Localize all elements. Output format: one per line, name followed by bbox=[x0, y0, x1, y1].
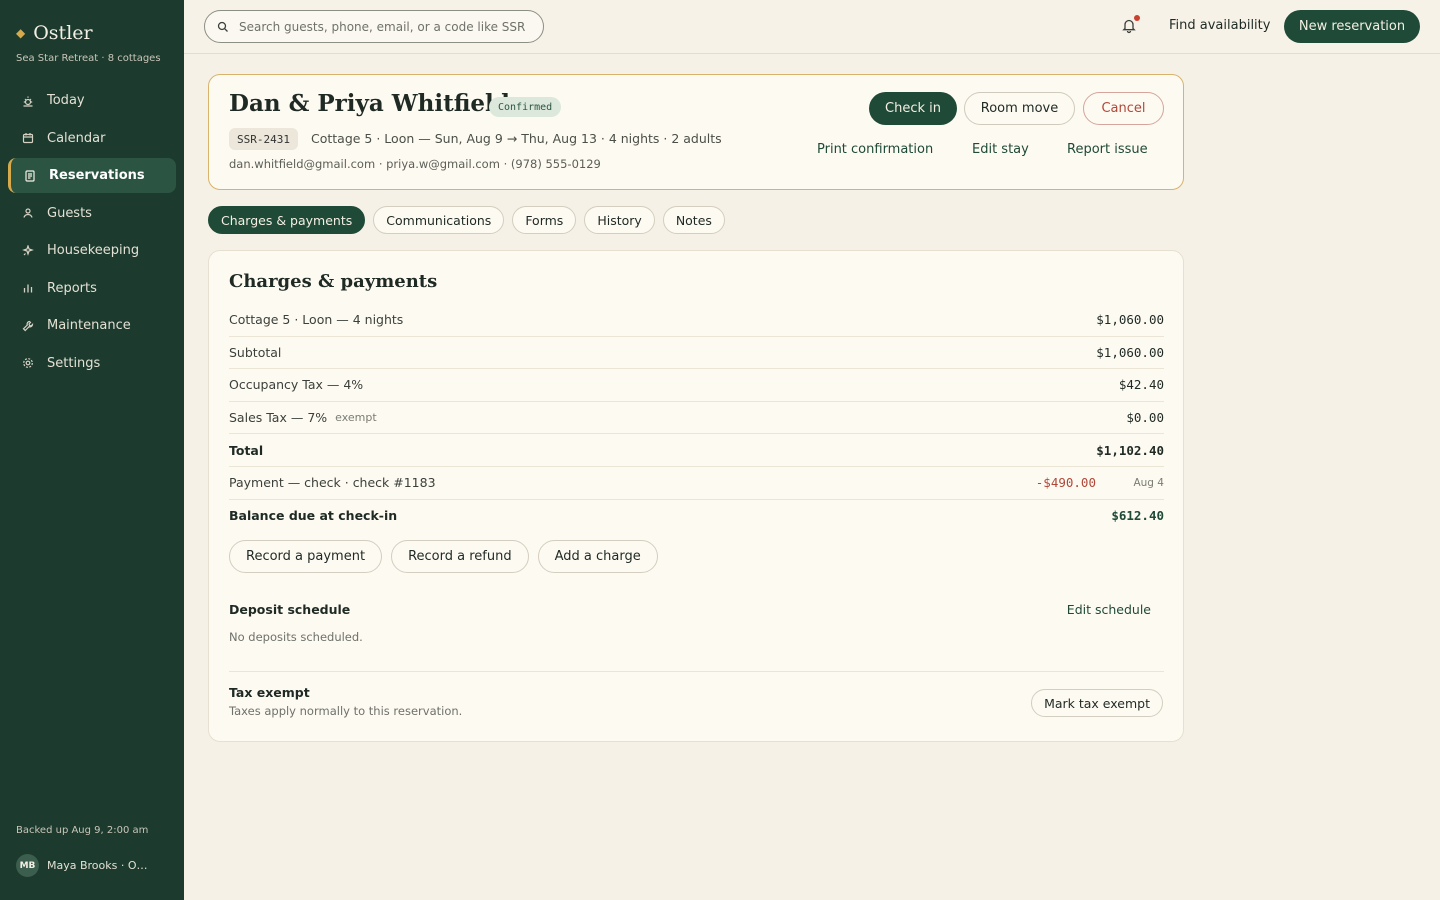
sidebar-item-label: Housekeeping bbox=[47, 243, 140, 258]
sidebar-nav: Today Calendar Reservations Guests House… bbox=[8, 83, 176, 383]
record-refund-button[interactable]: Record a refund bbox=[391, 540, 529, 573]
edit-stay-link[interactable]: Edit stay bbox=[972, 142, 1029, 157]
user-name: Maya Brooks · Ow… bbox=[47, 859, 153, 872]
calendar-icon bbox=[21, 131, 35, 145]
sidebar-item-reservations[interactable]: Reservations bbox=[8, 158, 176, 193]
reservation-tabs: Charges & payments Communications Forms … bbox=[208, 206, 725, 234]
user-menu[interactable]: MB Maya Brooks · Ow… bbox=[16, 854, 153, 877]
print-confirmation-link[interactable]: Print confirmation bbox=[817, 142, 933, 157]
report-issue-link[interactable]: Report issue bbox=[1067, 142, 1148, 157]
ledger-row: Cottage 5 · Loon — 4 nights $1,060.00 bbox=[229, 304, 1164, 337]
add-charge-button[interactable]: Add a charge bbox=[537, 540, 658, 573]
edit-schedule-link[interactable]: Edit schedule bbox=[1067, 602, 1151, 617]
exempt-note: exempt bbox=[335, 411, 377, 425]
section-title: Charges & payments bbox=[229, 271, 438, 292]
check-in-button[interactable]: Check in bbox=[869, 92, 957, 125]
sidebar-item-settings[interactable]: Settings bbox=[8, 346, 176, 381]
ledger-label: Cottage 5 · Loon — 4 nights bbox=[229, 312, 404, 328]
tab-history[interactable]: History bbox=[584, 206, 655, 234]
topbar: Find availability New reservation bbox=[184, 0, 1440, 54]
room-move-button[interactable]: Room move bbox=[964, 92, 1075, 125]
sidebar-item-housekeeping[interactable]: Housekeeping bbox=[8, 233, 176, 268]
ledger-amount: $1,060.00 bbox=[1096, 312, 1164, 328]
person-icon bbox=[21, 206, 35, 220]
tab-charges-payments[interactable]: Charges & payments bbox=[208, 206, 366, 234]
ledger-row: Subtotal $1,060.00 bbox=[229, 337, 1164, 370]
ledger-row: Occupancy Tax — 4% $42.40 bbox=[229, 369, 1164, 402]
ledger-amount: -$490.00 bbox=[1035, 475, 1096, 491]
backup-status: Backed up Aug 9, 2:00 am bbox=[16, 825, 149, 836]
document-icon bbox=[23, 169, 37, 183]
sidebar-item-today[interactable]: Today bbox=[8, 83, 176, 118]
ledger-amount: $1,060.00 bbox=[1096, 344, 1164, 360]
status-badge: Confirmed bbox=[489, 97, 562, 117]
ledger-label: Balance due at check-in bbox=[229, 508, 398, 524]
sidebar-item-label: Guests bbox=[47, 205, 92, 221]
reservation-code: SSR-2431 bbox=[229, 128, 298, 150]
ledger-amount: $0.00 bbox=[1126, 410, 1164, 426]
sidebar-item-label: Reports bbox=[47, 280, 97, 296]
sidebar-item-label: Maintenance bbox=[47, 318, 131, 333]
payment-date: Aug 4 bbox=[1133, 476, 1164, 489]
stay-summary: Cottage 5 · Loon — Sun, Aug 9 → Thu, Aug… bbox=[311, 131, 722, 146]
search-icon bbox=[217, 21, 228, 32]
bar-chart-icon bbox=[21, 281, 35, 295]
property-name: Sea Star Retreat · 8 cottages bbox=[16, 53, 161, 64]
mark-tax-exempt-button[interactable]: Mark tax exempt bbox=[1031, 689, 1163, 717]
ledger-label: Payment — check · check #1183 bbox=[229, 475, 436, 491]
sparkle-icon bbox=[21, 244, 35, 258]
sun-icon bbox=[21, 94, 35, 108]
search-input[interactable] bbox=[239, 19, 529, 34]
notification-dot bbox=[1134, 15, 1140, 21]
sidebar-item-label: Reservations bbox=[49, 168, 145, 183]
ledger-amount: $612.40 bbox=[1111, 508, 1164, 524]
deposit-empty-text: No deposits scheduled. bbox=[229, 630, 363, 644]
tab-forms[interactable]: Forms bbox=[512, 206, 577, 234]
sidebar-item-reports[interactable]: Reports bbox=[8, 271, 176, 306]
avatar: MB bbox=[16, 854, 39, 877]
search-box[interactable] bbox=[204, 10, 544, 43]
guest-contact: dan.whitfield@gmail.com · priya.w@gmail.… bbox=[229, 157, 601, 171]
brand-name: Ostler bbox=[33, 22, 93, 44]
sidebar-item-maintenance[interactable]: Maintenance bbox=[8, 308, 176, 343]
cancel-button[interactable]: Cancel bbox=[1083, 92, 1164, 125]
sidebar: ◆ Ostler Sea Star Retreat · 8 cottages T… bbox=[0, 0, 184, 900]
sidebar-item-calendar[interactable]: Calendar bbox=[8, 121, 176, 156]
new-reservation-button[interactable]: New reservation bbox=[1284, 10, 1420, 43]
sidebar-item-label: Settings bbox=[47, 355, 101, 371]
divider bbox=[229, 671, 1164, 672]
tab-notes[interactable]: Notes bbox=[662, 206, 725, 234]
deposit-schedule-title: Deposit schedule bbox=[229, 602, 351, 617]
ledger-amount: $42.40 bbox=[1118, 377, 1164, 393]
ledger-label: Occupancy Tax — 4% bbox=[229, 377, 364, 393]
find-availability-link[interactable]: Find availability bbox=[1169, 18, 1270, 33]
ledger-row-balance: Balance due at check-in $612.40 bbox=[229, 500, 1164, 533]
charges-ledger: Cottage 5 · Loon — 4 nights $1,060.00 Su… bbox=[229, 304, 1164, 532]
tax-exempt-subtitle: Taxes apply normally to this reservation… bbox=[229, 704, 463, 718]
ledger-label: Total bbox=[229, 442, 264, 458]
ledger-row-total: Total $1,102.40 bbox=[229, 434, 1164, 467]
ledger-amount: $1,102.40 bbox=[1096, 442, 1164, 458]
payment-actions: Record a payment Record a refund Add a c… bbox=[229, 540, 658, 573]
sidebar-item-guests[interactable]: Guests bbox=[8, 196, 176, 231]
reservation-header: Dan & Priya Whitfield Confirmed SSR-2431… bbox=[208, 74, 1184, 190]
tax-exempt-title: Tax exempt bbox=[229, 685, 310, 700]
wrench-icon bbox=[21, 319, 35, 333]
diamond-icon: ◆ bbox=[16, 26, 26, 40]
ledger-row-payment: Payment — check · check #1183 -$490.00 A… bbox=[229, 467, 1164, 500]
sidebar-item-label: Today bbox=[47, 93, 85, 108]
record-payment-button[interactable]: Record a payment bbox=[229, 540, 383, 573]
guest-name: Dan & Priya Whitfield bbox=[229, 90, 510, 117]
gear-icon bbox=[21, 356, 35, 370]
ledger-row: Sales Tax — 7% exempt $0.00 bbox=[229, 402, 1164, 435]
ledger-label: Sales Tax — 7% bbox=[229, 410, 328, 426]
charges-panel: Charges & payments Cottage 5 · Loon — 4 … bbox=[208, 250, 1184, 742]
brand[interactable]: ◆ Ostler bbox=[16, 22, 93, 44]
ledger-label: Subtotal bbox=[229, 344, 282, 360]
sidebar-item-label: Calendar bbox=[47, 130, 106, 146]
tab-communications[interactable]: Communications bbox=[373, 206, 505, 234]
